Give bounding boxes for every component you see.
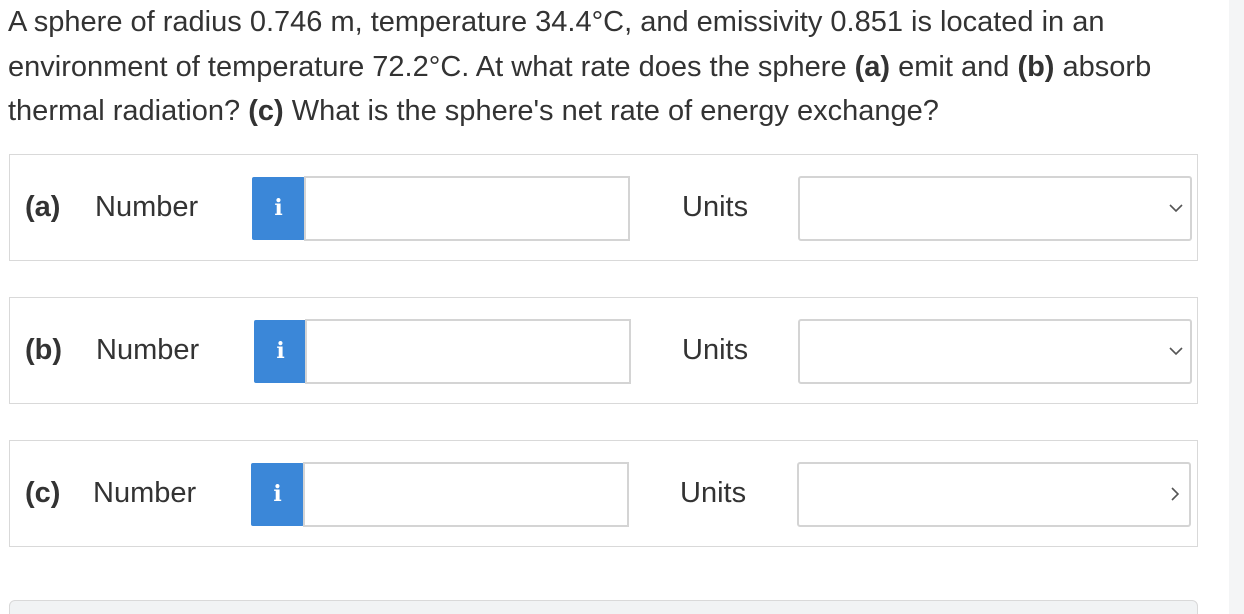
answer-row-a: (a) Number i Units [9, 154, 1198, 261]
question-page: A sphere of radius 0.746 m, temperature … [0, 0, 1244, 614]
question-text: A sphere of radius 0.746 m, temperature … [8, 0, 1223, 134]
number-input-b[interactable] [305, 319, 631, 384]
number-label-c: Number [93, 477, 197, 509]
part-label-a: (a) [25, 191, 61, 223]
number-input-c[interactable] [303, 462, 629, 527]
question-part-c-ref: (c) [248, 95, 284, 127]
answer-row-b: (b) Number i Units [9, 297, 1198, 404]
chevron-down-icon [1169, 204, 1183, 213]
info-icon[interactable]: i [251, 463, 304, 526]
info-icon[interactable]: i [254, 320, 307, 383]
units-select-c[interactable] [797, 462, 1191, 527]
chevron-down-icon [1169, 347, 1183, 356]
units-label-a: Units [682, 191, 749, 223]
answer-row-c: (c) Number i Units [9, 440, 1198, 547]
number-label-a: Number [95, 191, 199, 223]
chevron-down-icon [1171, 487, 1180, 501]
info-icon[interactable]: i [252, 177, 305, 240]
question-text-net: What is the sphere's net rate of energy … [283, 95, 939, 127]
question-part-b-ref: (b) [1017, 50, 1055, 83]
question-part-a-ref: (a) [854, 50, 891, 83]
next-panel [9, 600, 1198, 614]
part-label-c: (c) [25, 477, 61, 509]
number-input-a[interactable] [304, 176, 630, 241]
units-label-b: Units [682, 334, 749, 366]
question-text-emit: emit and [890, 50, 1018, 83]
scrollbar-track[interactable] [1229, 0, 1244, 614]
units-label-c: Units [680, 477, 747, 509]
part-label-b: (b) [25, 334, 63, 366]
units-select-b[interactable] [798, 319, 1192, 384]
units-select-a[interactable] [798, 176, 1192, 241]
number-label-b: Number [96, 334, 200, 366]
